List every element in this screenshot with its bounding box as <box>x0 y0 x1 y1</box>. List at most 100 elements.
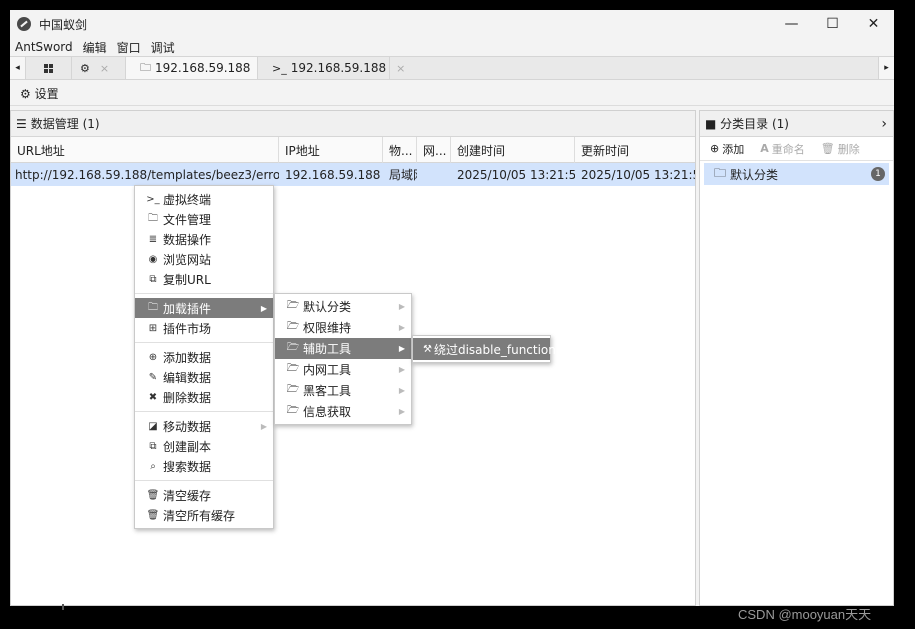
cross-icon: ✖ <box>148 391 158 403</box>
settings-button[interactable]: ⚙ 设置 <box>20 85 59 102</box>
grid-icon <box>44 63 53 73</box>
menu-item-label: 绕过disable_functions <box>433 342 563 357</box>
column-ip[interactable]: IP地址 <box>279 137 383 163</box>
menu-separator <box>135 411 273 412</box>
menu-item-delete-data[interactable]: ✖ 删除数据 <box>135 387 273 407</box>
folder-icon: 🗀 <box>148 212 158 224</box>
edit-icon: ✎ <box>148 371 158 383</box>
folder-fill-icon: ■ <box>705 117 717 131</box>
menu-item-move-data[interactable]: ◪ 移动数据 ▶ <box>135 416 273 436</box>
menu-item-label: 复制URL <box>163 272 211 287</box>
column-network[interactable]: 网... <box>417 137 451 163</box>
maximize-button[interactable]: ☐ <box>812 10 853 38</box>
copy-icon: ⧉ <box>149 440 157 452</box>
add-category-button[interactable]: ⊕ 添加 <box>710 141 744 157</box>
tab-bar: ◂ ⚙ × 🗀 192.168.59.188 × >_ 192.168.59.1… <box>10 56 894 80</box>
column-location[interactable]: 物... <box>383 137 417 163</box>
menu-item-edit-data[interactable]: ✎ 编辑数据 <box>135 367 273 387</box>
tab-close-icon[interactable]: × <box>100 62 109 75</box>
settings-label: 设置 <box>34 87 59 101</box>
copy-icon: ⧉ <box>149 273 157 285</box>
menu-item-label: 搜索数据 <box>163 459 212 474</box>
menu-item-search-data[interactable]: ⌕ 搜索数据 <box>135 456 273 476</box>
tab-settings[interactable]: ⚙ × <box>72 57 126 79</box>
table-header: URL地址 IP地址 物... 网... 创建时间 更新时间 <box>11 137 695 163</box>
list-icon: ☰ <box>16 116 27 131</box>
menu-item-label: 辅助工具 <box>303 342 352 356</box>
antsword-logo-icon <box>17 17 31 31</box>
tab-terminal[interactable]: >_ 192.168.59.188 × <box>258 57 405 79</box>
menu-debug[interactable]: 调试 <box>146 39 180 56</box>
window-controls: — ☐ ✕ <box>771 10 894 38</box>
submenu-arrow-icon: ▶ <box>260 421 267 431</box>
menu-item-load-plugin[interactable]: 🗀 加载插件 ▶ <box>135 298 273 318</box>
rename-category-button[interactable]: A 重命名 <box>760 141 805 157</box>
column-created[interactable]: 创建时间 <box>451 137 575 163</box>
terminal-icon: >_ <box>272 61 287 75</box>
chrome-icon: ◉ <box>148 253 158 265</box>
hammer-icon: ⚒ <box>423 343 432 355</box>
submenu-item-intranet-tools[interactable]: 🗁 内网工具 ▶ <box>275 359 411 380</box>
font-icon: A <box>760 142 769 155</box>
cell-network <box>417 163 451 186</box>
mouse-cursor <box>62 604 64 610</box>
plugin-submenu: 🗁 默认分类 ▶ 🗁 权限维持 ▶ 🗁 辅助工具 ▶ 🗁 内网工具 ▶ 🗁 黑客工具 ▶ 🗁 信息获取… <box>274 293 412 425</box>
tab-scroll-right-button[interactable]: ▸ <box>878 57 894 79</box>
submenu-item-aux-tools[interactable]: 🗁 辅助工具 ▶ <box>275 338 411 359</box>
menu-item-add-data[interactable]: ⊕ 添加数据 <box>135 347 273 367</box>
menu-item-database[interactable]: ≣ 数据操作 <box>135 229 273 249</box>
tab-label: 192.168.59.188 <box>290 61 387 75</box>
menu-item-label: 内网工具 <box>303 363 352 377</box>
count-badge: 1 <box>871 167 885 181</box>
delete-category-button[interactable]: 🗑 删除 <box>821 141 860 157</box>
menu-item-bypass-disable-functions[interactable]: ⚒ 绕过disable_functions <box>413 338 562 360</box>
tab-scroll-left-button[interactable]: ◂ <box>10 57 26 79</box>
submenu-arrow-icon: ▶ <box>398 407 405 416</box>
folder-icon: 🗀 <box>140 60 151 74</box>
column-updated[interactable]: 更新时间 <box>575 137 695 163</box>
table-row[interactable]: http://192.168.59.188/templates/beez3/er… <box>11 163 695 186</box>
submenu-item-default[interactable]: 🗁 默认分类 ▶ <box>275 296 411 317</box>
menu-edit[interactable]: 编辑 <box>78 39 112 56</box>
close-button[interactable]: ✕ <box>853 10 894 38</box>
menu-item-virtual-terminal[interactable]: >_ 虚拟终端 <box>135 189 273 209</box>
menu-item-plugin-market[interactable]: ⊞ 插件市场 <box>135 318 273 338</box>
submenu-item-info-gathering[interactable]: 🗁 信息获取 ▶ <box>275 401 411 422</box>
tab-close-icon[interactable]: × <box>396 62 405 75</box>
menu-item-label: 清空缓存 <box>163 488 212 503</box>
submenu-item-hacker-tools[interactable]: 🗁 黑客工具 ▶ <box>275 380 411 401</box>
column-url[interactable]: URL地址 <box>11 137 279 163</box>
gear-icon: ⚙ <box>80 61 90 75</box>
tools-submenu: ⚒ 绕过disable_functions <box>412 335 562 363</box>
menu-item-clear-cache[interactable]: 🗑 清空缓存 <box>135 485 273 505</box>
menu-item-file-manager[interactable]: 🗀 文件管理 <box>135 209 273 229</box>
cell-created: 2025/10/05 13:21:53 <box>457 167 575 182</box>
category-item-default[interactable]: 🗀 默认分类 1 <box>704 163 889 185</box>
menu-item-label: 默认分类 <box>303 300 352 314</box>
submenu-arrow-icon: ▶ <box>260 303 267 313</box>
category-panel: ■ 分类目录 (1) › ⊕ 添加 A 重命名 🗑 删除 🗀 默认分类 1 <box>699 110 894 606</box>
menu-item-browse-site[interactable]: ◉ 浏览网站 <box>135 249 273 269</box>
submenu-item-persistence[interactable]: 🗁 权限维持 ▶ <box>275 317 411 338</box>
menu-item-copy-url[interactable]: ⧉ 复制URL <box>135 269 273 289</box>
menu-window[interactable]: 窗口 <box>112 39 146 56</box>
folder-open-icon: 🗁 <box>286 405 300 416</box>
menu-item-label: 黑客工具 <box>303 384 352 398</box>
menu-item-label: 权限维持 <box>303 321 352 335</box>
panel-title: 数据管理 (1) <box>30 117 100 131</box>
folder-open-icon: 🗁 <box>286 321 300 332</box>
category-panel-header: ■ 分类目录 (1) › <box>700 111 893 137</box>
store-icon: ⊞ <box>148 322 158 334</box>
window-title: 中国蚁剑 <box>39 17 88 32</box>
menu-antsword[interactable]: AntSword <box>10 40 78 54</box>
tab-home[interactable] <box>26 57 72 79</box>
terminal-icon: >_ <box>146 193 160 205</box>
menu-item-label: 添加数据 <box>163 350 212 365</box>
folder-open-icon: 🗁 <box>286 342 300 353</box>
menu-item-clear-all-cache[interactable]: 🗑 清空所有缓存 <box>135 505 273 525</box>
tab-file-manager[interactable]: 🗀 192.168.59.188 × <box>126 57 270 79</box>
minimize-button[interactable]: — <box>771 10 812 38</box>
menu-item-create-copy[interactable]: ⧉ 创建副本 <box>135 436 273 456</box>
folder-icon: 🗀 <box>148 301 158 313</box>
collapse-chevron-icon[interactable]: › <box>881 116 887 132</box>
